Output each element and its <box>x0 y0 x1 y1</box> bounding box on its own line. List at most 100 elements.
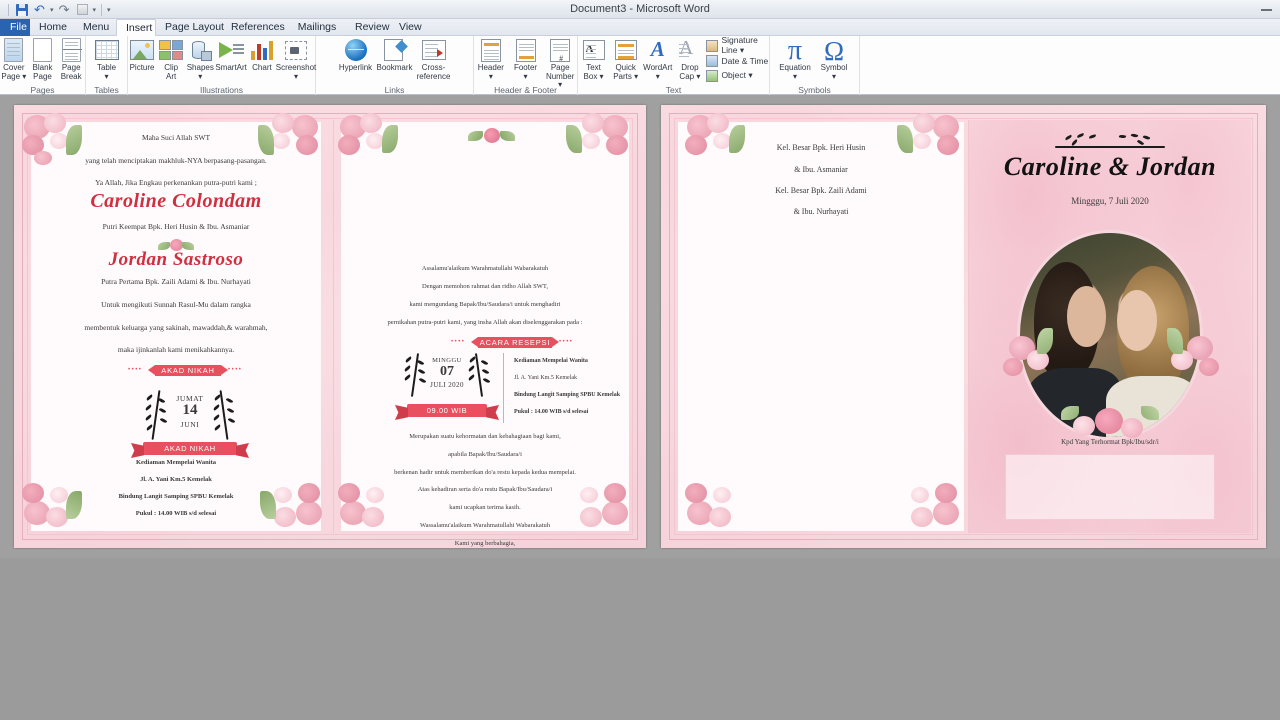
chart-button[interactable]: Chart <box>248 37 276 73</box>
date-time-button[interactable]: Date & Time <box>706 54 769 67</box>
text-box-icon: A <box>581 38 607 63</box>
clip-art-icon <box>158 38 184 63</box>
ribbon-tab-file[interactable]: File <box>0 19 30 36</box>
wordart-button[interactable]: A WordArt ▾ <box>642 37 673 81</box>
table-icon <box>94 38 120 63</box>
ribbon-tab-review[interactable]: Review <box>346 19 390 36</box>
ribbon-button-label: Text Box ▾ <box>583 63 604 81</box>
equation-button[interactable]: π Equation ▾ <box>776 37 814 81</box>
cross-reference-button[interactable]: Cross-reference <box>415 37 453 81</box>
page-break-button[interactable]: Page Break <box>57 37 85 81</box>
photo-bride-face <box>1117 290 1157 352</box>
ribbon-small-button-label: Date & Time <box>721 55 769 66</box>
ribbon-tab-insert[interactable]: Insert <box>116 19 156 36</box>
groom-name: Jordan Sastroso <box>108 249 244 270</box>
ribbon-button-label: Clip Art <box>164 63 179 81</box>
closing-line: apabila Bapak/Ibu/Saudara/i <box>448 451 522 458</box>
invite-line: kami mengundang Bapak/Ibu/Saudara/i untu… <box>409 301 561 308</box>
drop-cap-icon: A <box>678 37 694 59</box>
closing-line: Merupakan suatu kehormatan dan kebahagia… <box>409 433 561 440</box>
invite-line: Ya Allah, Jika Engkau perkenankan putra-… <box>95 178 257 187</box>
document-page-right[interactable]: Kel. Besar Bpk. Heri Husin & Ibu. Asmani… <box>661 105 1266 548</box>
header-button[interactable]: Header ▾ <box>474 37 508 81</box>
bride-name: Caroline Colondam <box>90 190 262 212</box>
minimize-icon[interactable] <box>1261 8 1272 11</box>
page-number-button[interactable]: # Page Number ▾ <box>543 37 577 90</box>
cover-page-button[interactable]: Cover Page ▾ <box>0 37 28 81</box>
date-time-icon <box>706 54 719 67</box>
picture-button[interactable]: Picture <box>128 37 156 73</box>
hyperlink-button[interactable]: Hyperlink <box>337 37 375 73</box>
ribbon-tab-home[interactable]: Home <box>30 19 74 36</box>
akad-venue-line: Kediaman Mempelai Wanita <box>135 459 217 466</box>
signature-line-button[interactable]: Signature Line ▾ <box>706 35 769 55</box>
window-controls[interactable] <box>1261 0 1272 19</box>
ribbon-group-label: Pages <box>30 85 55 95</box>
drop-cap-button[interactable]: A Drop Cap ▾ <box>674 37 705 81</box>
table-button[interactable]: Table ▾ <box>88 37 126 81</box>
shapes-button[interactable]: Shapes ▾ <box>186 37 214 81</box>
invite-line: yang telah menciptakan makhluk-NYA berpa… <box>85 156 267 165</box>
shapes-icon <box>187 38 213 63</box>
screenshot-button[interactable]: Screenshot ▾ <box>275 37 317 81</box>
header-icon <box>478 38 504 63</box>
title-bar: ↶ ▾ ↷ ▾ ▾ Document3 - Microsoft Word <box>0 0 1280 19</box>
object-button[interactable]: Object ▾ <box>706 69 769 82</box>
akad-venue-line: Pukul : 14.00 WIB s/d selesai <box>135 510 217 517</box>
workspace: Maha Suci Allah SWT yang telah menciptak… <box>0 95 1280 720</box>
resepsi-date: 07 <box>440 364 454 379</box>
family-line: & Ibu. Asmaniar <box>794 165 848 174</box>
ribbon-tab-page-layout[interactable]: Page Layout <box>156 19 224 36</box>
smartart-button[interactable]: SmartArt <box>215 37 247 73</box>
ribbon-button-label: Quick Parts ▾ <box>613 63 639 81</box>
page-fold-line <box>333 120 334 533</box>
ribbon-button-label: Shapes ▾ <box>186 63 214 81</box>
bookmark-button[interactable]: Bookmark <box>376 37 414 73</box>
blank-page-button[interactable]: Blank Page <box>29 37 57 81</box>
banner-dots-right: •••• <box>228 367 243 373</box>
page-break-icon <box>58 38 84 63</box>
cover-panel: Caroline & Jordan Mingggu, 7 Juli 2020 K… <box>969 120 1251 533</box>
ribbon-tab-menu[interactable]: Menu <box>74 19 116 36</box>
closing-line: Atas kehadiran serta do'a restu Bapak/Ib… <box>417 486 553 493</box>
invite-line: Untuk mengikuti Sunnah Rasul-Mu dalam ra… <box>101 300 251 309</box>
chart-icon <box>249 38 275 63</box>
ribbon-group-header-footer: Header ▾ Footer ▾ # Page Number ▾ Header & F… <box>474 36 578 95</box>
ribbon-small-button-column: Signature Line ▾ Date & Time Object ▾ <box>706 35 769 82</box>
document-canvas[interactable]: Maha Suci Allah SWT yang telah menciptak… <box>0 95 1280 558</box>
family-line: & Ibu. Nurhayati <box>793 207 849 216</box>
ribbon-button-label: Screenshot ▾ <box>275 63 317 81</box>
banner-dots-left: •••• <box>128 367 143 373</box>
text-box-button[interactable]: AText Box ▾ <box>578 37 609 81</box>
ribbon-tab-mailings[interactable]: Mailings <box>288 19 346 36</box>
akad-venue-line: Bindung Langit Samping SPBU Kemelak <box>118 493 234 500</box>
closing-line: Kami yang berbahagia, <box>454 540 516 547</box>
quick-parts-button[interactable]: Quick Parts ▾ <box>610 37 641 81</box>
hyperlink-icon <box>343 38 369 63</box>
ribbon-button-label: Cross-reference <box>416 63 451 81</box>
panel-c-card <box>678 122 964 531</box>
ribbon-group-symbols: π Equation ▾ Ω Symbol ▾ Symbols <box>770 36 860 95</box>
ribbon-tab-view[interactable]: View <box>390 19 428 36</box>
akad-nikah-banner: AKAD NIKAH <box>148 365 228 376</box>
ribbon-small-button-label: Signature Line ▾ <box>721 35 758 55</box>
addressee-write-box[interactable] <box>1005 454 1215 520</box>
closing-line: Wassalamu'alaikum Warahmatullahi Wabarak… <box>419 522 551 529</box>
closing-line: kami ucapkan terima kasih. <box>449 504 521 511</box>
ribbon-tab-references[interactable]: References <box>222 19 288 36</box>
smartart-icon <box>218 38 244 63</box>
ribbon-group-tables: Table ▾ Tables <box>86 36 128 95</box>
akad-date: 14 <box>182 402 198 418</box>
symbol-button[interactable]: Ω Symbol ▾ <box>815 37 853 81</box>
akad-ribbon-label: AKAD NIKAH <box>143 442 237 455</box>
clip-art-button[interactable]: Clip Art <box>157 37 185 81</box>
invite-line: Maha Suci Allah SWT <box>141 133 211 142</box>
ribbon-tab-strip[interactable]: File Home Menu Insert Page Layout References M… <box>0 19 1280 36</box>
ribbon-group-label: Text <box>665 85 682 95</box>
footer-button[interactable]: Footer ▾ <box>509 37 543 81</box>
ribbon-group-links: Hyperlink Bookmark Cross-reference Links <box>316 36 474 95</box>
ribbon-group-text: AText Box ▾Quick Parts ▾AWordArt ▾ADrop … <box>578 35 770 95</box>
akad-venue-line: Jl. A. Yani Km.5 Kemelak <box>140 476 212 483</box>
document-page-left[interactable]: Maha Suci Allah SWT yang telah menciptak… <box>14 105 646 548</box>
banner-dots-right: •••• <box>559 339 574 345</box>
